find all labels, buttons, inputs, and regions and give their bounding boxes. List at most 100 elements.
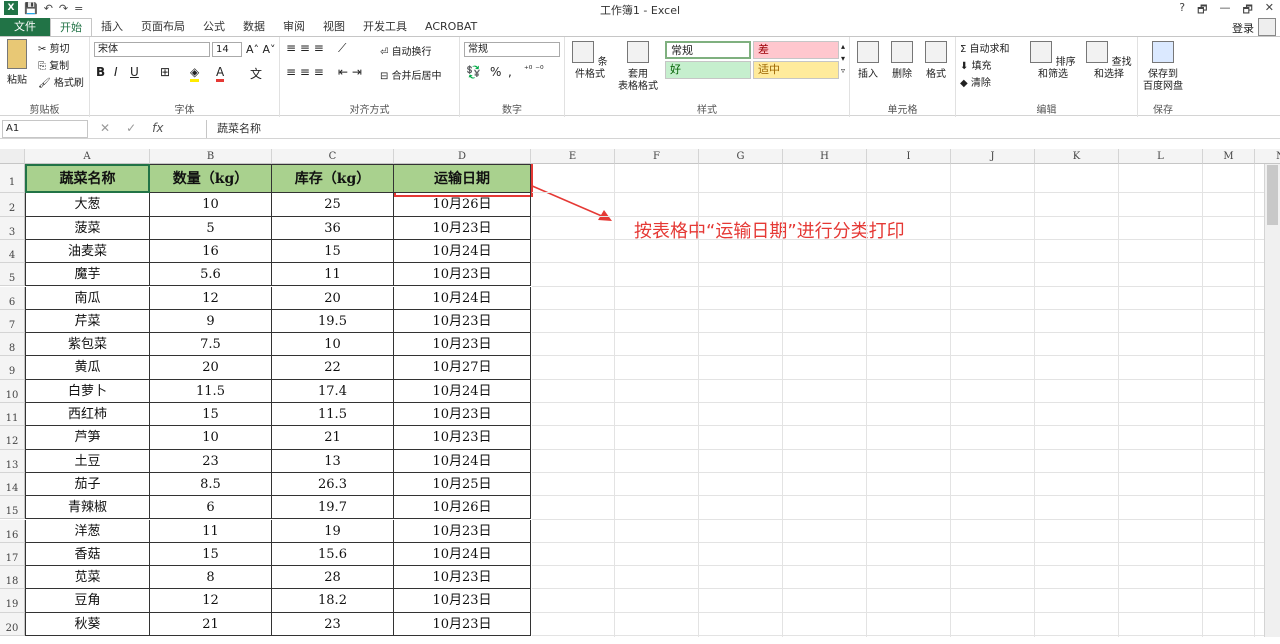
sort-filter-button[interactable]: 排序和筛选 <box>1026 41 1080 81</box>
table-cell[interactable]: 19.5 <box>272 309 394 334</box>
table-cell[interactable]: 10月24日 <box>394 239 531 264</box>
table-cell[interactable]: 10月23日 <box>394 612 531 636</box>
insert-function-icon[interactable]: fx <box>152 121 163 135</box>
tab-developer[interactable]: 开发工具 <box>354 18 416 36</box>
style-neutral[interactable]: 适中 <box>753 61 839 79</box>
table-cell[interactable]: 10月24日 <box>394 286 531 310</box>
table-cell[interactable]: 9 <box>150 309 272 334</box>
table-cell[interactable]: 15 <box>272 239 394 264</box>
table-cell[interactable]: 10月26日 <box>394 496 531 520</box>
table-cell[interactable]: 南瓜 <box>25 286 150 310</box>
row-header[interactable]: 19 <box>0 589 25 613</box>
phonetic-icon[interactable]: 文 <box>250 65 262 82</box>
table-cell[interactable]: 15 <box>150 542 272 567</box>
row-header[interactable]: 6 <box>0 286 25 310</box>
table-cell[interactable]: 洋葱 <box>25 519 150 543</box>
column-header-b[interactable]: B <box>150 149 272 164</box>
table-cell[interactable]: 10 <box>150 193 272 217</box>
table-cell[interactable]: 11.5 <box>150 379 272 403</box>
column-header-g[interactable]: G <box>699 149 783 164</box>
column-header-d[interactable]: D <box>394 149 531 164</box>
indent-icon[interactable]: ⇤ ⇥ <box>338 65 362 79</box>
column-header-e[interactable]: E <box>531 149 615 164</box>
style-good[interactable]: 好 <box>665 61 751 79</box>
column-header-j[interactable]: J <box>951 149 1035 164</box>
table-cell[interactable]: 10月23日 <box>394 216 531 240</box>
table-cell[interactable]: 芹菜 <box>25 309 150 334</box>
number-format-select[interactable]: 常规 <box>464 42 560 57</box>
delete-cells-button[interactable]: 删除 <box>886 41 918 81</box>
name-box[interactable]: A1 <box>2 120 88 138</box>
row-header[interactable]: 14 <box>0 472 25 497</box>
comma-button[interactable]: , <box>508 65 512 79</box>
row-header[interactable]: 3 <box>0 216 25 240</box>
row-header[interactable]: 18 <box>0 566 25 590</box>
font-name-select[interactable]: 宋体 <box>94 42 210 57</box>
table-cell[interactable]: 19 <box>272 519 394 543</box>
row-header[interactable]: 9 <box>0 356 25 380</box>
table-cell[interactable]: 20 <box>272 286 394 310</box>
table-cell[interactable]: 大葱 <box>25 193 150 217</box>
table-cell[interactable]: 西红柿 <box>25 403 150 427</box>
table-cell[interactable]: 7.5 <box>150 333 272 357</box>
font-size-select[interactable]: 14 <box>212 42 242 57</box>
table-cell[interactable]: 5 <box>150 216 272 240</box>
table-cell[interactable]: 36 <box>272 216 394 240</box>
table-header-cell[interactable]: 运输日期 <box>394 164 531 194</box>
table-cell[interactable]: 10月25日 <box>394 472 531 497</box>
row-header[interactable]: 8 <box>0 333 25 357</box>
table-cell[interactable]: 10月23日 <box>394 589 531 613</box>
italic-button[interactable]: I <box>114 65 118 79</box>
table-cell[interactable]: 15 <box>150 403 272 427</box>
scrollbar-thumb[interactable] <box>1267 165 1278 225</box>
table-cell[interactable]: 22 <box>272 356 394 380</box>
table-cell[interactable]: 芦笋 <box>25 426 150 450</box>
tab-file[interactable]: 文件 <box>0 18 50 36</box>
fill-button[interactable]: ⬇ 填充 <box>960 57 992 72</box>
worksheet[interactable]: 按表格中“运输日期”进行分类打印 ABCDEFGHIJKLMN1蔬菜名称数量（k… <box>0 149 1280 637</box>
wrap-text-button[interactable]: ⏎ 自动换行 <box>380 43 432 58</box>
vertical-scrollbar[interactable] <box>1264 149 1280 637</box>
table-cell[interactable]: 11 <box>150 519 272 543</box>
formula-input[interactable]: 蔬菜名称 <box>206 120 1280 138</box>
decimal-icon[interactable]: ⁺⁰ ⁻⁰ <box>524 65 544 75</box>
table-cell[interactable]: 10月24日 <box>394 542 531 567</box>
table-cell[interactable]: 28 <box>272 566 394 590</box>
tab-home[interactable]: 开始 <box>50 18 92 37</box>
orientation-icon[interactable]: ⟋ <box>338 41 346 56</box>
enter-icon[interactable]: ✓ <box>126 121 136 135</box>
cancel-icon[interactable]: ✕ <box>100 121 110 135</box>
table-cell[interactable]: 青辣椒 <box>25 496 150 520</box>
insert-cells-button[interactable]: 插入 <box>852 41 884 81</box>
bold-button[interactable]: B <box>96 65 105 79</box>
table-cell[interactable]: 苋菜 <box>25 566 150 590</box>
row-header[interactable]: 7 <box>0 309 25 334</box>
table-cell[interactable]: 16 <box>150 239 272 264</box>
row-header[interactable]: 5 <box>0 263 25 287</box>
table-cell[interactable]: 5.6 <box>150 263 272 287</box>
row-header[interactable]: 15 <box>0 496 25 520</box>
table-cell[interactable]: 26.3 <box>272 472 394 497</box>
table-cell[interactable]: 10月26日 <box>394 193 531 217</box>
row-header[interactable]: 1 <box>0 164 25 194</box>
row-header[interactable]: 2 <box>0 193 25 217</box>
table-cell[interactable]: 10月23日 <box>394 333 531 357</box>
row-header[interactable]: 13 <box>0 449 25 473</box>
table-cell[interactable]: 白萝卜 <box>25 379 150 403</box>
table-cell[interactable]: 10月27日 <box>394 356 531 380</box>
tab-acrobat[interactable]: ACROBAT <box>416 18 486 36</box>
table-cell[interactable]: 10月24日 <box>394 379 531 403</box>
autosum-button[interactable]: Σ 自动求和 <box>960 40 1010 55</box>
table-cell[interactable]: 13 <box>272 449 394 473</box>
table-cell[interactable]: 8.5 <box>150 472 272 497</box>
table-cell[interactable]: 8 <box>150 566 272 590</box>
table-cell[interactable]: 20 <box>150 356 272 380</box>
table-cell[interactable]: 19.7 <box>272 496 394 520</box>
copy-button[interactable]: ⎘ 复制 <box>38 57 69 72</box>
table-cell[interactable]: 12 <box>150 589 272 613</box>
table-cell[interactable]: 黄瓜 <box>25 356 150 380</box>
column-header-h[interactable]: H <box>783 149 867 164</box>
table-cell[interactable]: 6 <box>150 496 272 520</box>
table-cell[interactable]: 豆角 <box>25 589 150 613</box>
table-header-cell[interactable]: 库存（kg） <box>272 164 394 194</box>
